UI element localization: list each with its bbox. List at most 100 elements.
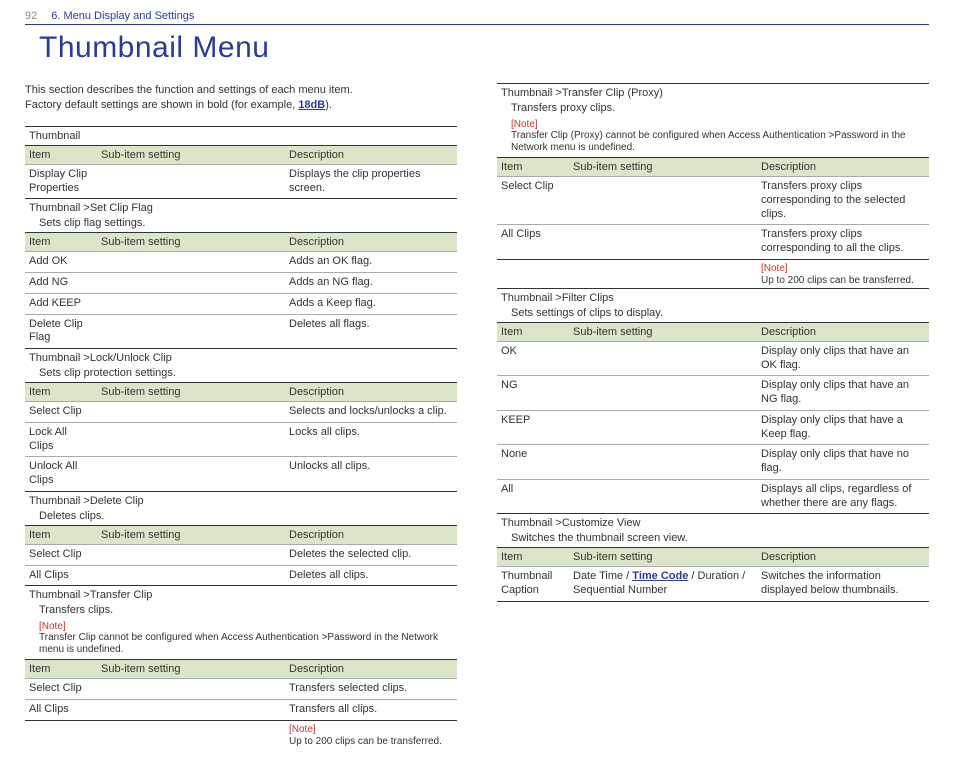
table-row: Display Clip Properties Displays the cli… (25, 164, 457, 199)
cell-item: Select Clip (25, 402, 97, 423)
table-row: All ClipsDeletes all clips. (25, 565, 457, 586)
table-row: Add KEEPAdds a Keep flag. (25, 293, 457, 314)
cell-sub (97, 293, 285, 314)
table-header-row: Item Sub-item setting Description (497, 322, 929, 341)
col-desc: Description (285, 660, 457, 679)
note-label: [Note] (25, 619, 457, 632)
cell-item: OK (497, 341, 569, 376)
col-desc: Description (757, 322, 929, 341)
cell-desc: Selects and locks/unlocks a clip. (285, 402, 457, 423)
table-row: NGDisplay only clips that have an NG fla… (497, 376, 929, 411)
table-header-row: Item Sub-item setting Description (497, 548, 929, 567)
col-desc: Description (285, 233, 457, 252)
cell-item: Delete Clip Flag (25, 314, 97, 349)
table-row: KEEPDisplay only clips that have a Keep … (497, 410, 929, 445)
table-header-row: Item Sub-item setting Description (25, 525, 457, 544)
cell-item: All Clips (497, 225, 569, 260)
cell-desc: Adds an OK flag. (285, 252, 457, 273)
cell-sub (97, 679, 285, 700)
cell-desc: Transfers proxy clips corresponding to t… (757, 177, 929, 225)
page-number: 92 (25, 10, 37, 22)
col-item: Item (497, 158, 569, 177)
intro-line-2a: Factory default settings are shown in bo… (25, 99, 298, 111)
table-row: Lock All ClipsLocks all clips. (25, 422, 457, 457)
cell-sub (97, 544, 285, 565)
col-sub: Sub-item setting (97, 660, 285, 679)
table-header-row: Item Sub-item setting Description (25, 233, 457, 252)
cell-sub (97, 700, 285, 721)
cell-desc: Locks all clips. (285, 422, 457, 457)
table-customize-view: Thumbnail >Customize View Switches the t… (497, 513, 929, 602)
col-item: Item (25, 660, 97, 679)
col-item: Item (497, 548, 569, 567)
section-subtitle: Deletes clips. (25, 510, 457, 526)
section-subtitle: Switches the thumbnail screen view. (497, 532, 929, 548)
cell-sub (97, 422, 285, 457)
section-title: Thumbnail >Transfer Clip (Proxy) (497, 84, 929, 103)
cell-sub (569, 341, 757, 376)
table-header-row: Item Sub-item setting Description (25, 660, 457, 679)
table-transfer-clip: Thumbnail >Transfer Clip Transfers clips… (25, 585, 457, 750)
col-sub: Sub-item setting (97, 145, 285, 164)
table-row: [Note] Up to 200 clips can be transferre… (497, 259, 929, 289)
table-row: Select Clip Selects and locks/unlocks a c… (25, 402, 457, 423)
col-item: Item (25, 145, 97, 164)
cell-item: None (497, 445, 569, 480)
cell-sub (569, 177, 757, 225)
cell-sub (97, 164, 285, 199)
cell-sub (97, 273, 285, 294)
section-title: Thumbnail (25, 126, 457, 145)
cell-desc: Transfers all clips. (285, 700, 457, 721)
cell-desc: Switches the information displayed below… (757, 567, 929, 602)
cell-item: All (497, 479, 569, 514)
cell-sub (97, 252, 285, 273)
cell-desc: Displays all clips, regardless of whethe… (757, 479, 929, 514)
cell-sub (97, 565, 285, 586)
cell-desc: Adds a Keep flag. (285, 293, 457, 314)
cell-sub (569, 479, 757, 514)
cell-desc: Transfers selected clips. (285, 679, 457, 700)
default-example-link[interactable]: 18dB (298, 99, 325, 111)
col-desc: Description (757, 158, 929, 177)
cell-desc: Display only clips that have an NG flag. (757, 376, 929, 411)
cell-item: Select Clip (25, 679, 97, 700)
cell-item: Add NG (25, 273, 97, 294)
table-header-row: Item Sub-item setting Description (497, 158, 929, 177)
section-subtitle: Sets clip protection settings. (25, 367, 457, 383)
cell-desc: Unlocks all clips. (285, 457, 457, 492)
section-subtitle: Transfers proxy clips. (497, 102, 929, 117)
note-text: Transfer Clip cannot be configured when … (25, 632, 457, 660)
cell-desc: Deletes the selected clip. (285, 544, 457, 565)
table-row: Add NG Adds an NG flag. (25, 273, 457, 294)
section-title: Thumbnail >Set Clip Flag (25, 199, 457, 218)
col-desc: Description (285, 383, 457, 402)
col-item: Item (25, 383, 97, 402)
table-delete-clip: Thumbnail >Delete Clip Deletes clips. It… (25, 491, 457, 587)
table-row: All Clips Transfers proxy clips correspon… (497, 225, 929, 260)
intro-line-2b: ). (325, 99, 332, 111)
cell-desc: Display only clips that have no flag. (757, 445, 929, 480)
cell-desc: Deletes all flags. (285, 314, 457, 349)
intro-line-1: This section describes the function and … (25, 84, 353, 96)
col-item: Item (25, 233, 97, 252)
note-label: [Note] (761, 263, 925, 274)
col-item: Item (497, 322, 569, 341)
cell-item: All Clips (25, 565, 97, 586)
cell-item: Select Clip (497, 177, 569, 225)
section-title: Thumbnail >Lock/Unlock Clip (25, 349, 457, 368)
col-desc: Description (757, 548, 929, 567)
section-title: Thumbnail >Delete Clip (25, 491, 457, 510)
section-subtitle: Sets clip flag settings. (25, 217, 457, 233)
table-row: Select Clip Transfers proxy clips corresp… (497, 177, 929, 225)
note-text: Transfer Clip (Proxy) cannot be configur… (497, 130, 929, 158)
cell-desc: Adds an NG flag. (285, 273, 457, 294)
table-row: Unlock All ClipsUnlocks all clips. (25, 457, 457, 492)
col-sub: Sub-item setting (569, 158, 757, 177)
cell-desc: Transfers proxy clips corresponding to a… (757, 225, 929, 260)
sub-text-bold: Time Code (632, 570, 688, 582)
section-title: Thumbnail >Customize View (497, 514, 929, 533)
col-desc: Description (285, 145, 457, 164)
table-row: [Note] Up to 200 clips can be transferre… (25, 720, 457, 750)
intro-text: This section describes the function and … (25, 83, 457, 114)
table-row: Add OKAdds an OK flag. (25, 252, 457, 273)
